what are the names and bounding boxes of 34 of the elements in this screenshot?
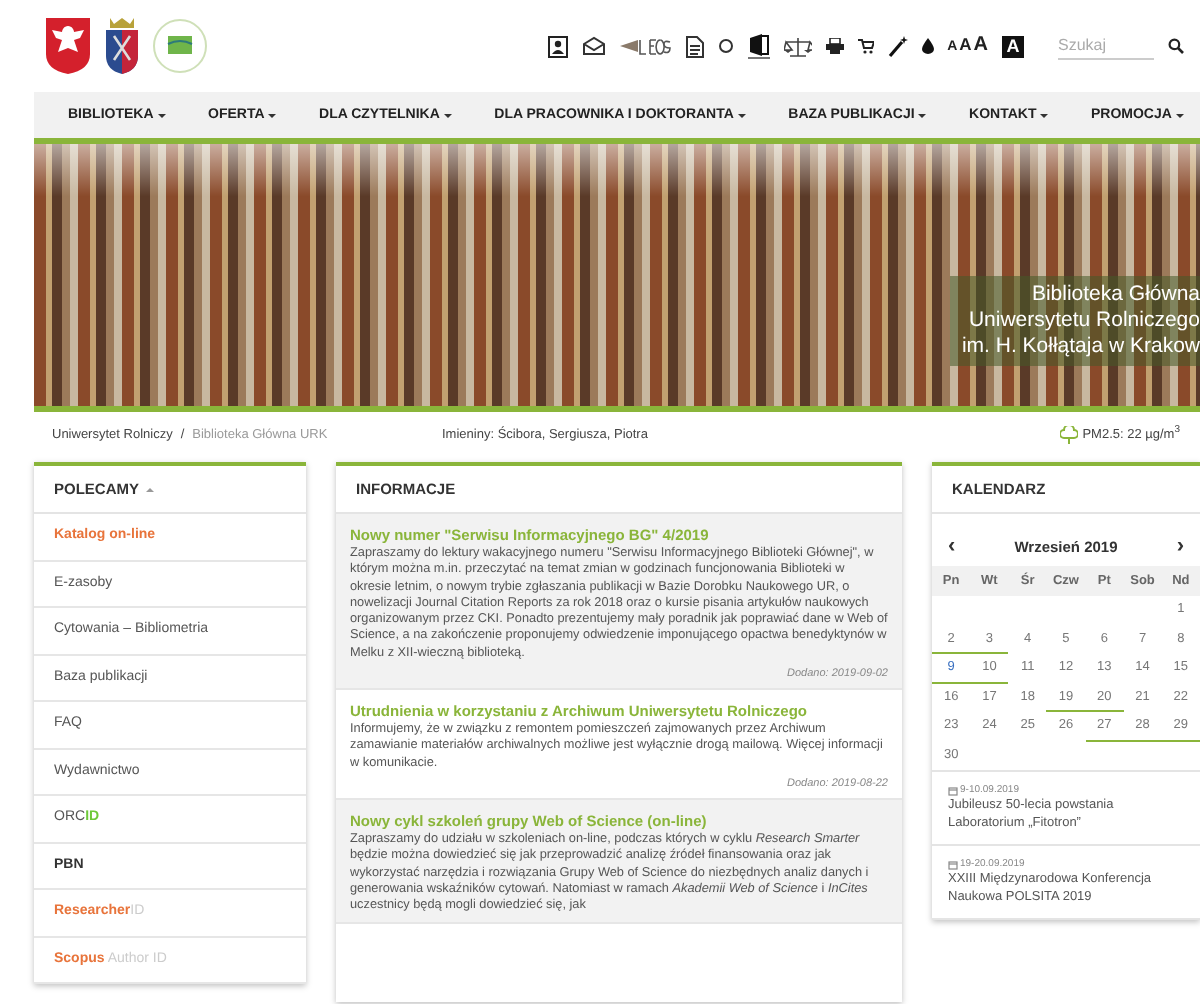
arrow-logo-icon[interactable] bbox=[619, 37, 672, 55]
contact-card-icon[interactable] bbox=[547, 35, 568, 57]
drop-icon[interactable] bbox=[921, 38, 934, 54]
seal-logo-icon[interactable] bbox=[152, 18, 208, 74]
circle-icon[interactable] bbox=[717, 38, 734, 54]
search-field[interactable]: Szukaj bbox=[1058, 32, 1154, 60]
emblem-icon[interactable] bbox=[44, 16, 92, 76]
next-month-button[interactable]: › bbox=[1176, 534, 1184, 558]
caret-icon[interactable] bbox=[145, 487, 154, 491]
banner-title: im. H. Kołłątaja w Krakow bbox=[961, 334, 1200, 360]
caret-icon bbox=[268, 113, 277, 117]
scales-icon[interactable] bbox=[783, 35, 812, 57]
banner-title: Uniwersytetu Rolniczego bbox=[966, 308, 1200, 334]
caret-icon bbox=[1040, 113, 1049, 117]
search-icon[interactable] bbox=[1168, 38, 1184, 54]
contrast-button[interactable]: A bbox=[1002, 35, 1024, 57]
document-icon[interactable] bbox=[685, 35, 704, 57]
calendar-icon bbox=[948, 785, 958, 795]
envelope-icon[interactable] bbox=[581, 36, 606, 56]
caret-icon bbox=[157, 113, 166, 117]
cart-icon[interactable] bbox=[857, 38, 874, 54]
banner-title: Biblioteka Główna bbox=[1029, 282, 1200, 308]
crest-icon[interactable] bbox=[104, 16, 140, 76]
caret-icon bbox=[443, 113, 452, 117]
previous-month-button[interactable]: ‹ bbox=[948, 534, 956, 558]
calendar-icon bbox=[948, 859, 958, 869]
caret-icon bbox=[737, 113, 746, 117]
wand-icon[interactable] bbox=[887, 35, 908, 57]
caret-icon bbox=[918, 113, 927, 117]
cloud-icon bbox=[1060, 425, 1079, 443]
caret-icon bbox=[1175, 113, 1184, 117]
printer-icon[interactable] bbox=[825, 38, 844, 54]
font-size-option[interactable]: A bbox=[959, 36, 972, 53]
font-size-option[interactable]: A bbox=[973, 36, 988, 56]
